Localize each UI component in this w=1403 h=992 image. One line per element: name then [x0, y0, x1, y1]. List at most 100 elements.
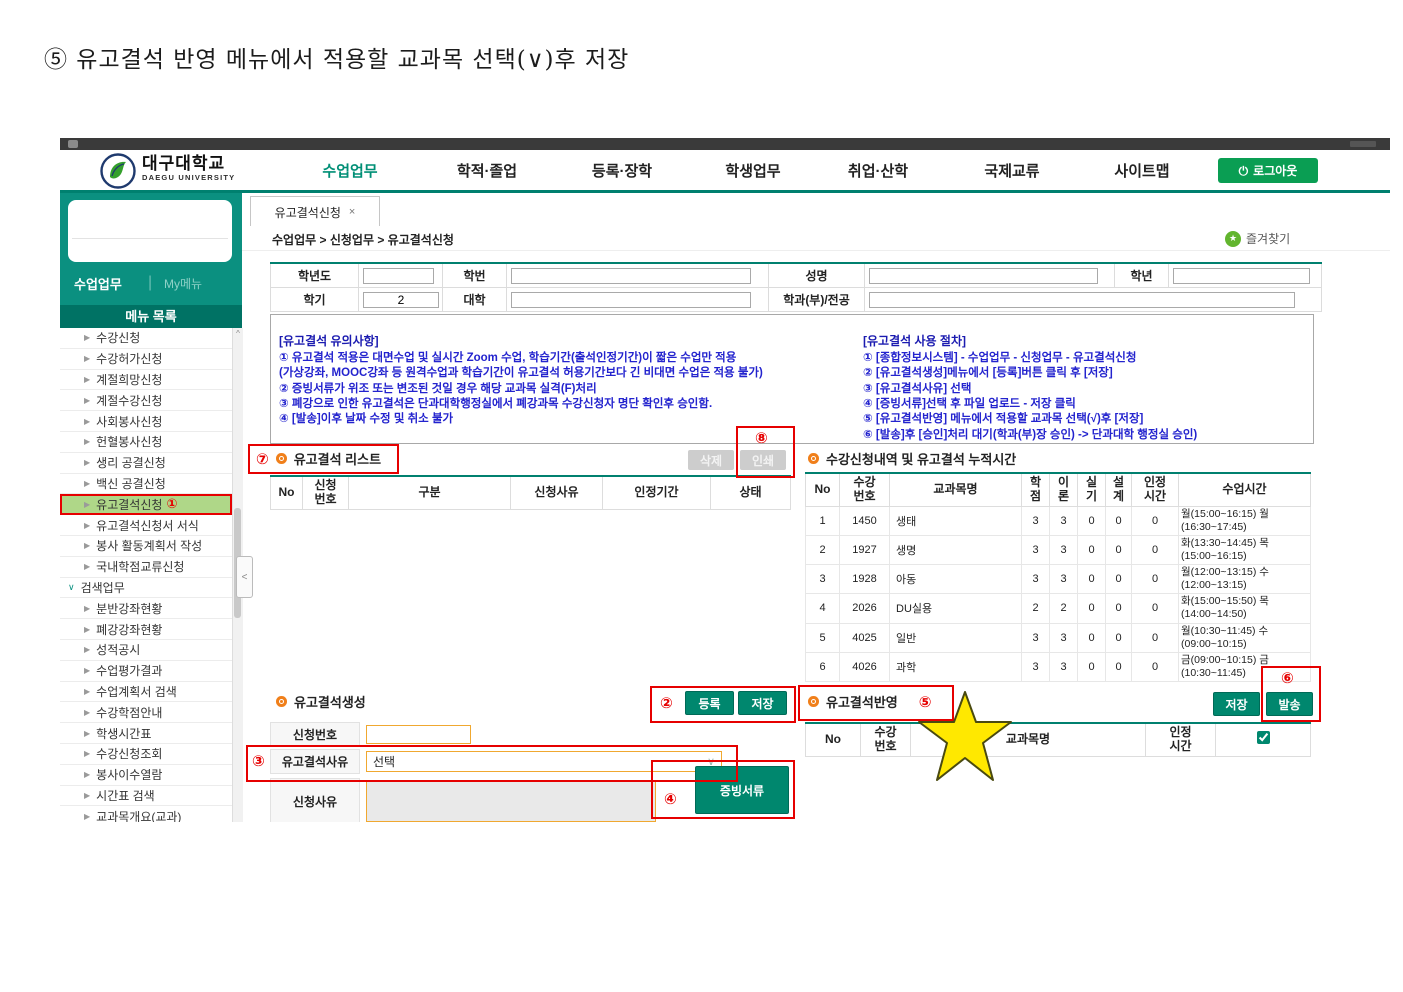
cell: 월(10:30~11:45) 수(09:00~10:15)	[1178, 622, 1311, 653]
notice-cautions-title: [유고결석 유의사항]	[279, 334, 379, 349]
table-row[interactable]: 2 1927 생명 3 3 0 0 0 화(13:30~14:45) 목(15:00~16:15…	[805, 534, 1311, 566]
select-all-checkbox[interactable]	[1256, 731, 1270, 745]
cell: 3	[1021, 564, 1050, 595]
table-row[interactable]: 1 1450 생태 3 3 0 0 0 월(15:00~16:15) 월(16:30~17:45…	[805, 505, 1311, 536]
sidebar-item-22[interactable]: ▶ 시간표 검색	[60, 785, 232, 807]
semester-input[interactable]	[363, 291, 439, 308]
sidebar-item-1[interactable]: ▶ 수강허가신청	[60, 348, 232, 370]
sidebar-item-7[interactable]: ▶ 백신 공결신청	[60, 473, 232, 495]
notice-cautions-body: ① 유고결석 적용은 대면수업 및 실시간 Zoom 수업, 학습기간(출석인정…	[279, 351, 763, 426]
sidebar-item-10[interactable]: ▶ 봉사 활동계획서 작성	[60, 535, 232, 557]
nav-registration-scholarship[interactable]: 등록·장학	[592, 160, 652, 181]
cell: 0	[1077, 651, 1106, 683]
cell: 3	[1049, 534, 1078, 566]
table-row[interactable]: 4 2026 DU실용 2 2 0 0 0 화(15:00~15:50) 목(14:00~14:…	[805, 593, 1311, 624]
cell: 0	[1131, 593, 1179, 624]
reason-select-value: 선택	[373, 755, 396, 769]
cell: 화(13:30~14:45) 목(15:00~16:15)	[1178, 534, 1311, 566]
table-row[interactable]: 6 4026 과학 3 3 0 0 0 금(09:00~10:15) 금(10:30~11:45…	[805, 651, 1311, 683]
sidebar-item-21[interactable]: ▶ 봉사이수열람	[60, 764, 232, 786]
sidebar-item-label: 교과목개요(교과)	[96, 809, 182, 822]
nav-sitemap[interactable]: 사이트맵	[1114, 160, 1169, 181]
apply-no-label: 신청번호	[270, 722, 360, 747]
nav-employment[interactable]: 취업·산학	[848, 160, 908, 181]
sidebar-item-12[interactable]: ∨ 검색업무	[60, 577, 232, 599]
sidebar-item-label: 폐강강좌현황	[96, 622, 163, 637]
reason-select[interactable]: 선택 ∨	[366, 751, 722, 772]
col-apply-no: 신청 번호	[302, 476, 349, 510]
table-row[interactable]: 5 4025 일반 3 3 0 0 0 월(10:30~11:45) 수(09:00~10:15…	[805, 622, 1311, 653]
print-button[interactable]: 인쇄	[740, 450, 786, 470]
sidebar-item-17[interactable]: ▶ 수업계획서 검색	[60, 681, 232, 703]
sidebar-item-19[interactable]: ▶ 학생시간표	[60, 723, 232, 744]
sidebar-item-23[interactable]: ▶ 교과목개요(교과)	[60, 806, 232, 822]
tab-close-icon[interactable]: ×	[349, 206, 355, 218]
sidebar-item-9[interactable]: ▶ 유고결석신청서 서식	[60, 515, 232, 536]
department-input[interactable]	[869, 291, 1295, 308]
detail-textarea[interactable]	[366, 780, 656, 822]
sidebar: 수업업무 | My메뉴 메뉴 목록 ▶ 수강신청 ▶ 수강허가신청 ▶ 계절희망신청 ▶ 계절…	[60, 193, 243, 822]
sidebar-item-4[interactable]: ▶ 사회봉사신청	[60, 411, 232, 432]
sidebar-item-15[interactable]: ▶ 성적공시	[60, 639, 232, 661]
triangle-right-icon: ▶	[84, 770, 91, 780]
sidebar-item-14[interactable]: ▶ 폐강강좌현황	[60, 619, 232, 640]
sidebar-tab-divider: |	[148, 274, 153, 291]
favorite-link[interactable]: ★ 즐겨찾기	[1225, 230, 1290, 247]
sidebar-item-label: 봉사이수열람	[96, 768, 163, 783]
absence-list-table: No 신청 번호 구분 신청사유 인정기간 상태	[270, 475, 791, 510]
sidebar-item-11[interactable]: ▶ 국내학점교류신청	[60, 556, 232, 578]
sidebar-tab-my-menu[interactable]: My메뉴	[164, 275, 202, 292]
apply-header-row: No 수강 번호 교과목명 인정 시간	[805, 723, 1311, 757]
sidebar-item-6[interactable]: ▶ 생리 공결신청	[60, 452, 232, 474]
nav-international[interactable]: 국제교류	[984, 160, 1039, 181]
school-year-input[interactable]	[363, 267, 435, 284]
section-bullet-icon	[276, 696, 287, 707]
sidebar-item-18[interactable]: ▶ 수강학점안내	[60, 702, 232, 724]
cell: 과학	[889, 651, 1022, 683]
scroll-up-icon[interactable]: ^	[233, 328, 243, 340]
delete-button[interactable]: 삭제	[688, 450, 734, 470]
triangle-right-icon: ▶	[84, 416, 91, 426]
grade-input[interactable]	[1173, 267, 1310, 284]
chevron-down-icon: ∨	[68, 581, 75, 592]
sidebar-item-13[interactable]: ▶ 분반강좌현황	[60, 598, 232, 620]
cell: 1928	[839, 564, 890, 595]
sidebar-item-0[interactable]: ▶ 수강신청	[60, 328, 232, 349]
logout-button[interactable]: ⏻ 로그아웃	[1218, 158, 1318, 183]
triangle-right-icon: ▶	[84, 437, 91, 447]
cell: 화(15:00~15:50) 목(14:00~14:50)	[1178, 593, 1311, 624]
attach-documents-button[interactable]: 증빙서류	[695, 766, 789, 814]
nav-course-work[interactable]: 수업업무	[322, 160, 377, 181]
sidebar-tab-course-work[interactable]: 수업업무	[74, 274, 122, 293]
apply-save-button[interactable]: 저장	[1213, 692, 1260, 716]
register-button[interactable]: 등록	[685, 691, 734, 715]
sidebar-item-20[interactable]: ▶ 수강신청조회	[60, 743, 232, 765]
sidebar-item-label: 수업평가결과	[96, 664, 163, 679]
triangle-right-icon: ▶	[84, 354, 91, 364]
sidebar-item-3[interactable]: ▶ 계절수강신청	[60, 390, 232, 412]
tab-absence-application[interactable]: 유고결석신청 ×	[250, 196, 380, 227]
table-row[interactable]: 3 1928 아동 3 3 0 0 0 월(12:00~13:15) 수(12:00~13:15…	[805, 564, 1311, 595]
favorite-label: 즐겨찾기	[1246, 232, 1291, 246]
sidebar-collapse-handle[interactable]: <	[236, 556, 253, 598]
sidebar-item-2[interactable]: ▶ 계절희망신청	[60, 369, 232, 391]
name-input[interactable]	[869, 267, 1098, 284]
sidebar-item-8[interactable]: ▶ 유고결석신청 ①	[60, 494, 232, 516]
sidebar-item-5[interactable]: ▶ 헌혈봉사신청	[60, 431, 232, 453]
logo-title: 대구대학교	[142, 154, 226, 173]
nav-student-affairs[interactable]: 학생업무	[725, 160, 780, 181]
cell: 생명	[889, 534, 1022, 566]
apply-no-input[interactable]	[366, 725, 471, 744]
annotation-3: ③	[252, 753, 265, 770]
sidebar-item-16[interactable]: ▶ 수업평가결과	[60, 660, 232, 682]
create-save-button[interactable]: 저장	[738, 691, 787, 715]
sidebar-tabs: 수업업무 | My메뉴	[60, 271, 242, 295]
nav-records-graduation[interactable]: 학적·졸업	[457, 160, 517, 181]
page-tab-bar: 유고결석신청 × m 사이트맵 ×	[242, 193, 1390, 242]
cell: 1450	[839, 505, 890, 536]
student-id-input[interactable]	[511, 267, 752, 284]
col-recognized-hours: 인정 시간	[1131, 473, 1179, 507]
college-input[interactable]	[511, 291, 752, 308]
send-button[interactable]: 발송	[1266, 692, 1313, 716]
sidebar-item-label: 국내학점교류신청	[96, 560, 185, 575]
